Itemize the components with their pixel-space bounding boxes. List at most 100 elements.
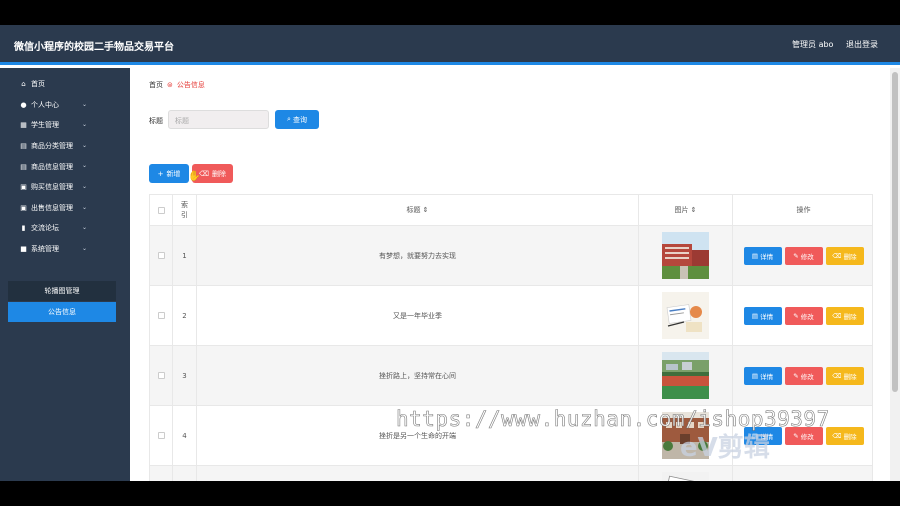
admin-label: 管理员 abo (792, 40, 834, 49)
edit-button[interactable]: ✎ 修改 (784, 246, 823, 265)
sidebar-item-8[interactable]: ■ 系统管理 ⌄ (0, 239, 130, 260)
list-icon: ▤ (20, 142, 27, 151)
row-title: 有梦想，就要努力去实现 (197, 226, 639, 285)
sidebar-item-5[interactable]: ▣ 购买信息管理 ⌄ (0, 177, 130, 198)
mouse-cursor-icon: ✋ (188, 171, 201, 183)
row-actions: ▤详情✎修改⌫删除 (733, 466, 874, 481)
row-checkbox[interactable] (157, 252, 165, 259)
row-index: 5 (173, 466, 197, 481)
detail-button[interactable]: ▤ 详情 (743, 246, 782, 265)
search-input[interactable]: 标题 (168, 110, 269, 129)
chevron-down-icon: ⌄ (82, 182, 88, 190)
delete-button-label: 删除 (843, 312, 857, 321)
detail-button[interactable]: ▤ 详情 (743, 366, 782, 385)
delete-button[interactable]: ⌫ 删除 (825, 306, 864, 325)
card-icon: ▣ (20, 203, 27, 212)
detail-button-label: 详情 (760, 252, 774, 261)
sidebar-subitem-carousel[interactable]: 轮播图管理 (8, 281, 116, 301)
chevron-down-icon: ⌄ (82, 203, 88, 211)
sidebar-item-4[interactable]: ▤ 商品信息管理 ⌄ (0, 156, 130, 177)
select-all-cell (150, 195, 173, 225)
header-title[interactable]: 标题 ⇕ (197, 195, 639, 225)
sidebar-item-label: 商品分类管理 (31, 142, 73, 151)
row-title: 你要去相信，没有到不了的明天 (197, 466, 639, 481)
row-select-cell (150, 466, 173, 481)
sidebar: ⌂ 首页 ● 个人中心 ⌄ ▦ 学生管理 ⌄ ▤ 商品分类管理 ⌄ ▤ 商品信息管理 ⌄ ▣ 购买信息管理 ⌄ ▣… (0, 68, 130, 481)
table-row: 5你要去相信，没有到不了的明天 NEWS ▤详情✎修改⌫删除 (149, 466, 873, 481)
row-image-cell (639, 286, 733, 345)
delete-button[interactable]: ⌫ 删除 (825, 366, 864, 385)
sidebar-item-0[interactable]: ⌂ 首页 (0, 74, 130, 95)
add-button[interactable]: + 新增 (149, 164, 189, 183)
ev-logo: eV剪辑 (680, 433, 770, 463)
sidebar-item-label: 商品信息管理 (31, 162, 73, 171)
trash-icon: ⌫ (832, 371, 842, 380)
row-actions: ▤详情✎修改⌫删除 (733, 226, 874, 285)
chevron-down-icon: ⌄ (82, 141, 88, 149)
sidebar-item-7[interactable]: ▮ 交流论坛 ⌄ (0, 218, 130, 239)
edit-icon: ✎ (793, 431, 799, 440)
edit-button-label: 修改 (800, 252, 814, 261)
search-icon: ⌕ (287, 115, 291, 123)
user-icon: ● (20, 100, 27, 109)
row-checkbox[interactable] (157, 372, 165, 379)
table-row: 1 有梦想，就要努力去实现 ▤ 详情 ✎ 修改 ⌫ 删除 (149, 226, 873, 286)
detail-button-label: 详情 (760, 372, 774, 381)
briefcase-icon: ■ (20, 245, 27, 254)
search-label: 标题 (149, 117, 163, 125)
row-checkbox[interactable] (157, 432, 165, 439)
user-area: 管理员 abo 退出登录 (782, 39, 878, 50)
sidebar-item-2[interactable]: ▦ 学生管理 ⌄ (0, 115, 130, 136)
edit-button-label: 修改 (800, 372, 814, 381)
scrollbar-thumb[interactable] (892, 72, 898, 392)
detail-icon: ▤ (751, 371, 759, 380)
app-title: 微信小程序的校园二手物品交易平台 (14, 42, 174, 53)
card-icon: ▣ (20, 183, 27, 192)
sidebar-item-1[interactable]: ● 个人中心 ⌄ (0, 95, 130, 116)
detail-button[interactable]: ▤ 详情 (743, 306, 782, 325)
sidebar-item-label: 系统管理 (31, 245, 59, 254)
sidebar-item-label: 交流论坛 (31, 224, 59, 233)
sidebar-item-label: 购买信息管理 (31, 183, 73, 192)
chevron-down-icon: ⌄ (82, 244, 88, 252)
chevron-down-icon: ⌄ (82, 224, 88, 232)
sidebar-item-6[interactable]: ▣ 出售信息管理 ⌄ (0, 198, 130, 219)
delete-button[interactable]: ⌫ 删除 (825, 246, 864, 265)
add-button-label: 新增 (166, 169, 181, 178)
row-select-cell (150, 406, 173, 465)
trash-icon: ⌫ (832, 311, 842, 320)
edit-icon: ✎ (793, 371, 799, 380)
sidebar-nav: ⌂ 首页 ● 个人中心 ⌄ ▦ 学生管理 ⌄ ▤ 商品分类管理 ⌄ ▤ 商品信息管理 ⌄ ▣ 购买信息管理 ⌄ ▣… (0, 74, 130, 259)
sidebar-item-label: 出售信息管理 (31, 203, 73, 212)
row-thumbnail[interactable]: NEWS (662, 472, 710, 481)
scrollbar[interactable] (890, 68, 900, 481)
breadcrumb-home[interactable]: 首页 (149, 81, 163, 89)
sidebar-item-3[interactable]: ▤ 商品分类管理 ⌄ (0, 136, 130, 157)
row-index: 2 (173, 286, 197, 345)
top-bar: 微信小程序的校园二手物品交易平台 管理员 abo 退出登录 (0, 25, 900, 65)
row-thumbnail[interactable] (662, 352, 709, 399)
row-index: 3 (173, 346, 197, 405)
chart-icon: ▮ (21, 224, 26, 233)
row-thumbnail[interactable] (662, 292, 709, 339)
trash-icon: ⌫ (832, 431, 842, 440)
select-all-checkbox[interactable] (157, 206, 165, 214)
row-checkbox[interactable] (157, 312, 165, 319)
home-icon: ⌂ (21, 80, 26, 89)
row-title: 又是一年毕业季 (197, 286, 639, 345)
header-index: 索引 (173, 195, 197, 225)
delete-button[interactable]: ⌫ 删除 (825, 426, 864, 445)
edit-button[interactable]: ✎ 修改 (784, 306, 823, 325)
chevron-down-icon: ⌄ (82, 100, 88, 108)
edit-button[interactable]: ✎ 修改 (784, 366, 823, 385)
query-button[interactable]: ⌕ 查询 (275, 110, 319, 129)
logout-link[interactable]: 退出登录 (846, 40, 878, 49)
row-thumbnail[interactable] (662, 232, 709, 279)
edit-button-label: 修改 (800, 312, 814, 321)
table-row: 3 挫折路上，坚持常在心间 ▤ 详情 ✎ 修改 ⌫ 删除 (149, 346, 873, 406)
header-image[interactable]: 图片 ⇕ (639, 195, 733, 225)
chevron-down-icon: ⌄ (82, 121, 88, 129)
row-actions: ▤详情✎修改⌫删除 (733, 346, 874, 405)
breadcrumb: 首页 ⊜ 公告信息 (149, 80, 205, 90)
sidebar-subitem-notice[interactable]: 公告信息 (8, 302, 116, 322)
